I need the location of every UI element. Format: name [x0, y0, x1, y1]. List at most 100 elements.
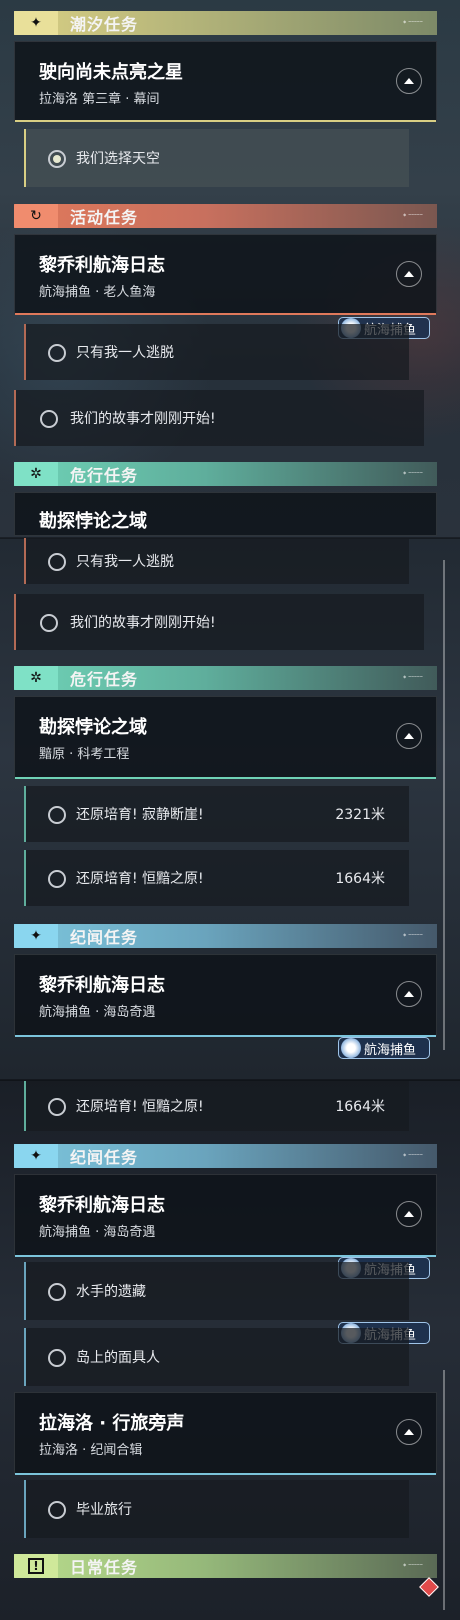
chevron-up-icon: [404, 991, 414, 997]
collapse-button[interactable]: [396, 981, 422, 1007]
chevron-up-icon: [404, 271, 414, 277]
objective-distance: 2321米: [335, 807, 385, 823]
header-tag-decoration: ◆ ━━━━━: [403, 1562, 423, 1567]
collapse-button[interactable]: [396, 1419, 422, 1445]
quest-subtitle: 航海捕鱼 · 老人鱼海: [39, 285, 156, 300]
header-tag-decoration: ◆ ━━━━━: [403, 1152, 423, 1157]
objective-mask[interactable]: 岛上的面具人: [24, 1328, 409, 1386]
exclamation-icon: !: [14, 1554, 58, 1578]
section-header-tide[interactable]: ✦ 潮汐任务 ◆ ━━━━━: [14, 11, 437, 35]
quest-title: 勘探悖论之域: [39, 717, 147, 738]
radio-icon: [40, 410, 58, 428]
quest-subtitle: 航海捕鱼 · 海岛奇遇: [39, 1005, 156, 1020]
objective-dark-plain[interactable]: 还原培育! 恒黯之原! 1664米: [24, 850, 409, 906]
section-title: 日常任务: [70, 1558, 139, 1577]
quest-card-paradox[interactable]: 勘探悖论之域 黯原 · 科考工程: [14, 696, 437, 779]
quest-subtitle: 拉海洛 · 纪闻合辑: [39, 1443, 143, 1458]
quest-card-laheluo[interactable]: 拉海洛 · 行旅旁声 拉海洛 · 纪闻合辑: [14, 1392, 437, 1475]
objective-label: 还原培育! 恒黯之原!: [76, 1099, 204, 1115]
objective-label: 我们的故事才刚刚开始!: [70, 615, 216, 631]
objective-label: 毕业旅行: [76, 1502, 132, 1518]
gear-icon: ✲: [14, 666, 58, 690]
objective-distance: 1664米: [335, 1099, 385, 1115]
objective-grad[interactable]: 毕业旅行: [24, 1480, 409, 1538]
header-tag-decoration: ◆ ━━━━━: [403, 470, 423, 475]
quest-card-voyage-old-sea[interactable]: 黎乔利航海日志 航海捕鱼 · 老人鱼海: [14, 234, 437, 315]
quest-subtitle: 航海捕鱼 · 海岛奇遇: [39, 1225, 156, 1240]
quest-title: 黎乔利航海日志: [39, 975, 165, 996]
radio-icon: [48, 806, 66, 824]
chevron-up-icon: [404, 733, 414, 739]
objective-silent-cliff[interactable]: 还原培育! 寂静断崖! 2321米: [24, 786, 409, 842]
quest-card-star[interactable]: 驶向尚未点亮之星 拉海洛 第三章 · 幕间: [14, 41, 437, 122]
quest-title: 勘探悖论之域: [39, 511, 147, 532]
objective-story[interactable]: 我们的故事才刚刚开始!: [14, 390, 424, 446]
section-header-event[interactable]: ↻ 活动任务 ◆ ━━━━━: [14, 204, 437, 228]
radio-icon: [48, 1283, 66, 1301]
quest-subtitle: 拉海洛 第三章 · 幕间: [39, 92, 160, 107]
objective-label: 岛上的面具人: [76, 1350, 160, 1366]
scrollbar[interactable]: [443, 560, 445, 1050]
radio-icon: [48, 870, 66, 888]
radio-icon: [48, 344, 66, 362]
quest-card-voyage-island[interactable]: 黎乔利航海日志 航海捕鱼 · 海岛奇遇: [14, 954, 437, 1037]
quest-title: 拉海洛 · 行旅旁声: [39, 1413, 185, 1434]
chevron-up-icon: [404, 1211, 414, 1217]
objective-label: 还原培育! 寂静断崖!: [76, 807, 204, 823]
header-tag-decoration: ◆ ━━━━━: [403, 674, 423, 679]
header-tag-decoration: ◆ ━━━━━: [403, 212, 423, 217]
objective-label: 还原培育! 恒黯之原!: [76, 871, 204, 887]
section-title: 危行任务: [70, 670, 139, 689]
objective-escape[interactable]: 只有我一人逃脱: [24, 324, 409, 380]
objective-sailor[interactable]: 水手的遗藏: [24, 1262, 409, 1320]
card-accent-line: [15, 1473, 436, 1475]
collapse-button[interactable]: [396, 68, 422, 94]
section-title: 纪闻任务: [70, 1148, 139, 1167]
scrollbar[interactable]: [443, 1370, 445, 1610]
quest-card-voyage-island[interactable]: 黎乔利航海日志 航海捕鱼 · 海岛奇遇: [14, 1174, 437, 1257]
card-accent-line: [15, 120, 436, 122]
quest-title: 黎乔利航海日志: [39, 1195, 165, 1216]
section-header-chronicle[interactable]: ✦ 纪闻任务 ◆ ━━━━━: [14, 924, 437, 948]
refresh-icon: ↻: [14, 204, 58, 228]
gear-icon: ✲: [14, 462, 58, 486]
objective-distance: 1664米: [335, 871, 385, 887]
quest-title: 驶向尚未点亮之星: [39, 62, 183, 83]
section-header-daily[interactable]: ! 日常任务 ◆ ━━━━━: [14, 1554, 437, 1578]
collapse-button[interactable]: [396, 1201, 422, 1227]
section-header-danger[interactable]: ✲ 危行任务 ◆ ━━━━━: [14, 462, 437, 486]
section-header-chronicle[interactable]: ✦ 纪闻任务 ◆ ━━━━━: [14, 1144, 437, 1168]
header-tag-decoration: ◆ ━━━━━: [403, 19, 423, 24]
chevron-up-icon: [404, 1429, 414, 1435]
objective-label: 只有我一人逃脱: [76, 554, 174, 570]
objective-story[interactable]: 我们的故事才刚刚开始!: [14, 594, 424, 650]
objective-dark-plain[interactable]: 还原培育! 恒黯之原! 1664米: [24, 1081, 409, 1131]
section-header-danger[interactable]: ✲ 危行任务 ◆ ━━━━━: [14, 666, 437, 690]
collapse-button[interactable]: [396, 261, 422, 287]
fishing-icon: [341, 1038, 361, 1058]
radio-icon: [48, 1501, 66, 1519]
radio-icon: [48, 553, 66, 571]
radio-icon: [48, 1098, 66, 1116]
collapse-button[interactable]: [396, 723, 422, 749]
card-accent-line: [15, 777, 436, 779]
objective-escape[interactable]: 只有我一人逃脱: [24, 538, 409, 584]
radio-icon: [48, 1349, 66, 1367]
objective-label: 我们的故事才刚刚开始!: [70, 411, 216, 427]
quest-card-paradox-partial[interactable]: 勘探悖论之域: [14, 492, 437, 536]
radio-icon: [40, 614, 58, 632]
card-accent-line: [15, 313, 436, 315]
section-title: 活动任务: [70, 208, 139, 227]
section-title: 潮汐任务: [70, 15, 139, 34]
sparkle-icon: ✦: [14, 11, 58, 35]
objective-label: 只有我一人逃脱: [76, 345, 174, 361]
radio-selected-icon: [48, 150, 66, 168]
chevron-up-icon: [404, 78, 414, 84]
objective-label: 我们选择天空: [76, 151, 160, 167]
objective-sky[interactable]: 我们选择天空: [24, 129, 409, 187]
quest-title: 黎乔利航海日志: [39, 255, 165, 276]
section-title: 纪闻任务: [70, 928, 139, 947]
quest-subtitle: 黯原 · 科考工程: [39, 747, 130, 762]
sparkle-icon: ✦: [14, 924, 58, 948]
objective-label: 水手的遗藏: [76, 1284, 146, 1300]
